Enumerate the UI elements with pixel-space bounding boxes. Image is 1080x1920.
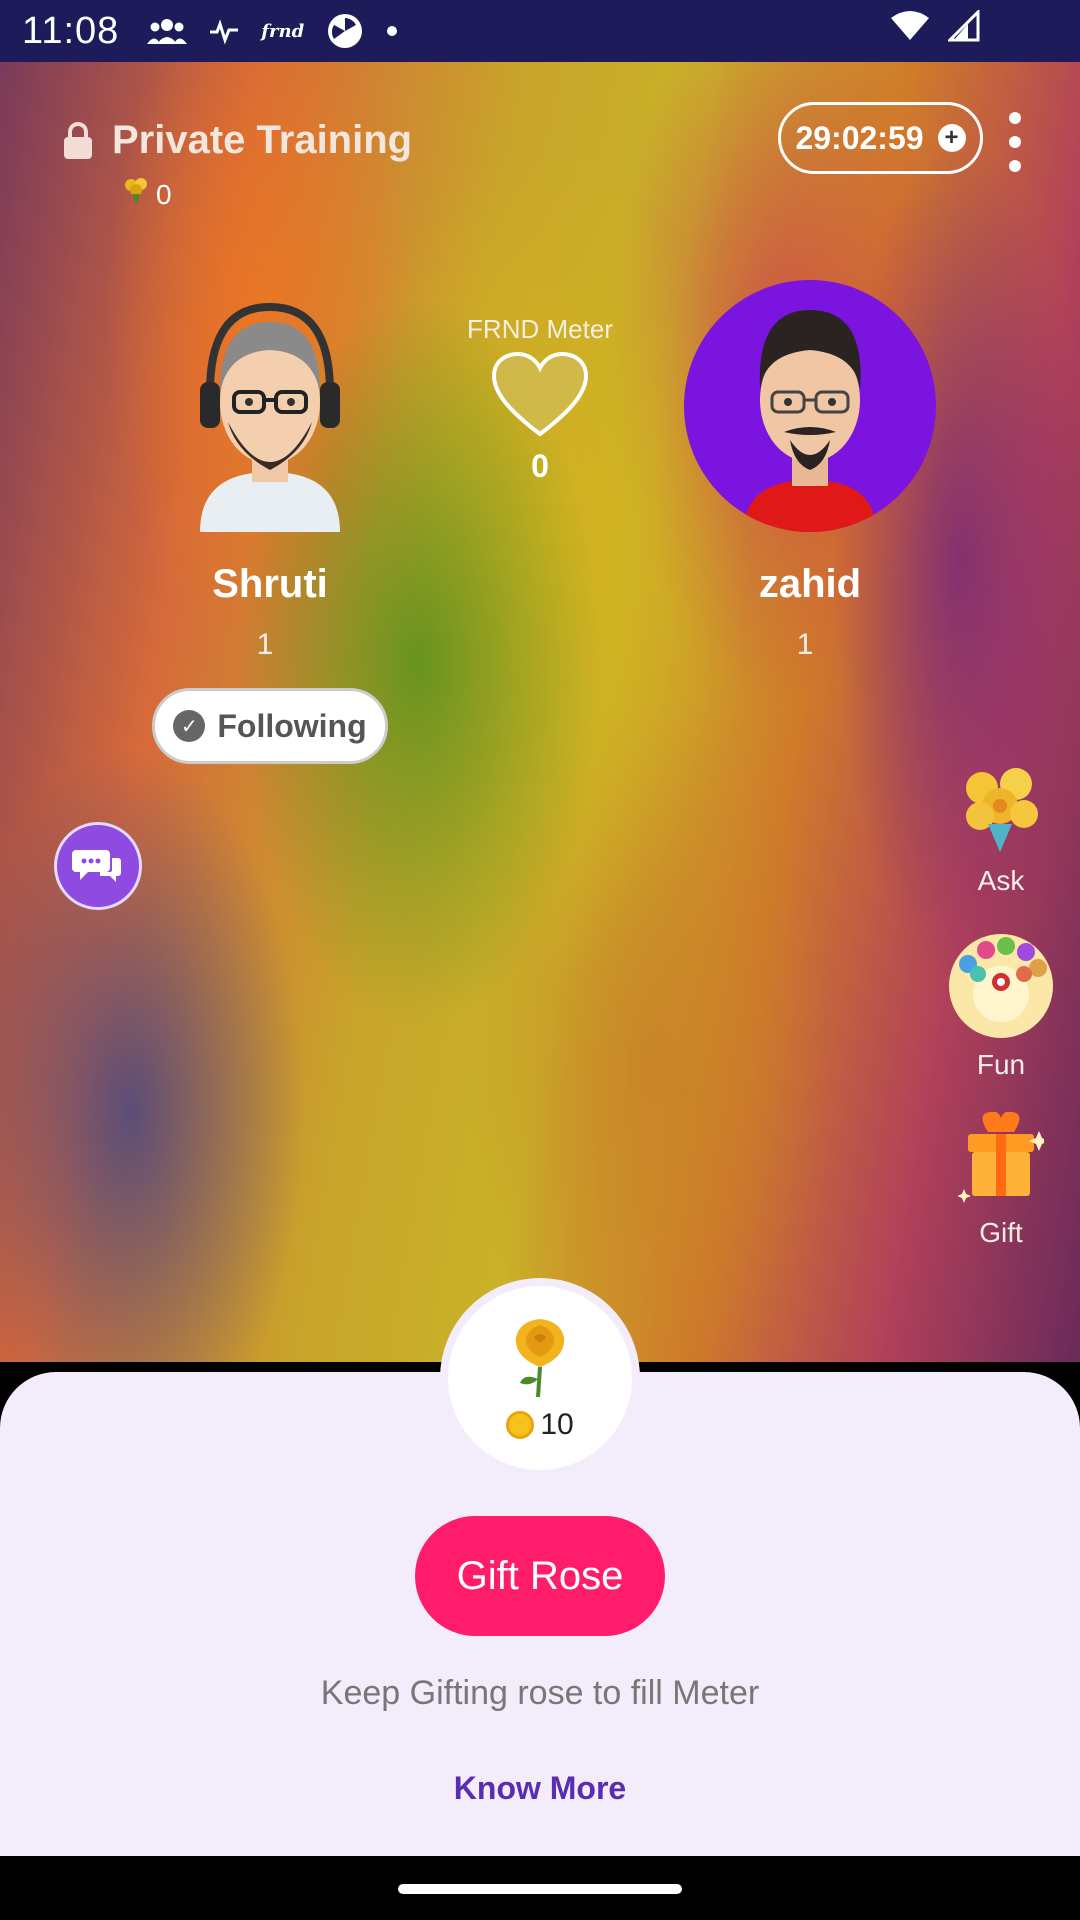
chat-button[interactable] [54,822,142,910]
gift-rose-button[interactable]: Gift Rose [415,1516,665,1636]
following-button[interactable]: ✓ Following [152,688,388,764]
group-icon [147,16,188,46]
rose-price-value: 10 [540,1407,574,1441]
lock-icon [62,121,94,161]
coin-icon [506,1410,535,1439]
following-label: Following [217,707,367,744]
ask-action[interactable]: Ask [948,762,1054,897]
frnd-meter-label: FRND Meter [467,314,613,344]
meter-hint-text: Keep Gifting rose to fill Meter [320,1674,760,1712]
user-avatar-shruti[interactable] [190,292,350,532]
system-icons [890,10,980,42]
heart-icon[interactable] [490,350,590,440]
timer-value: 29:02:59 [795,119,924,156]
ask-label: Ask [977,865,1025,896]
user-name-right: zahid [758,562,862,606]
gift-action[interactable]: Gift [948,1110,1054,1249]
more-options-icon[interactable] [1000,112,1030,172]
rose-price: 10 [506,1407,574,1442]
rose-counter: 0 [122,176,172,213]
notification-icons: frnd [147,12,398,50]
rose-count-value: 0 [156,178,172,210]
user-level-left: 1 [256,628,274,661]
chat-bubbles-icon [72,850,121,882]
home-gesture-handle[interactable] [398,1884,682,1894]
aperture-icon [326,12,364,50]
page-title: Private Training [112,118,413,162]
signal-icon [948,10,980,42]
room-title-row: Private Training [62,118,412,163]
lottery-balls-icon [948,934,1054,1043]
timer-button[interactable]: 29:02:59 + [778,102,983,174]
yellow-rose-icon [504,1315,576,1404]
rose-bouquet-icon [122,176,150,213]
frnd-meter-value: 0 [531,448,549,484]
user-avatar-zahid[interactable] [684,280,936,532]
gift-box-icon [957,1110,1049,1211]
know-more-link[interactable]: Know More [0,1770,1080,1807]
fun-label: Fun [976,1049,1026,1080]
frnd-app-icon: frnd [261,20,305,42]
rose-badge[interactable]: 10 [440,1278,640,1478]
gift-label: Gift [979,1217,1023,1248]
pulse-icon [209,17,239,45]
flower-bouquet-icon [956,762,1046,859]
check-icon: ✓ [173,710,206,742]
status-time: 11:08 [22,9,120,52]
fun-action[interactable]: Fun [948,934,1054,1081]
user-name-left: Shruti [212,562,328,606]
dot-icon [386,25,398,37]
status-bar: 11:08 frnd [0,0,1080,62]
add-time-icon: + [937,124,966,152]
user-level-right: 1 [796,628,814,661]
wifi-icon [890,10,930,42]
